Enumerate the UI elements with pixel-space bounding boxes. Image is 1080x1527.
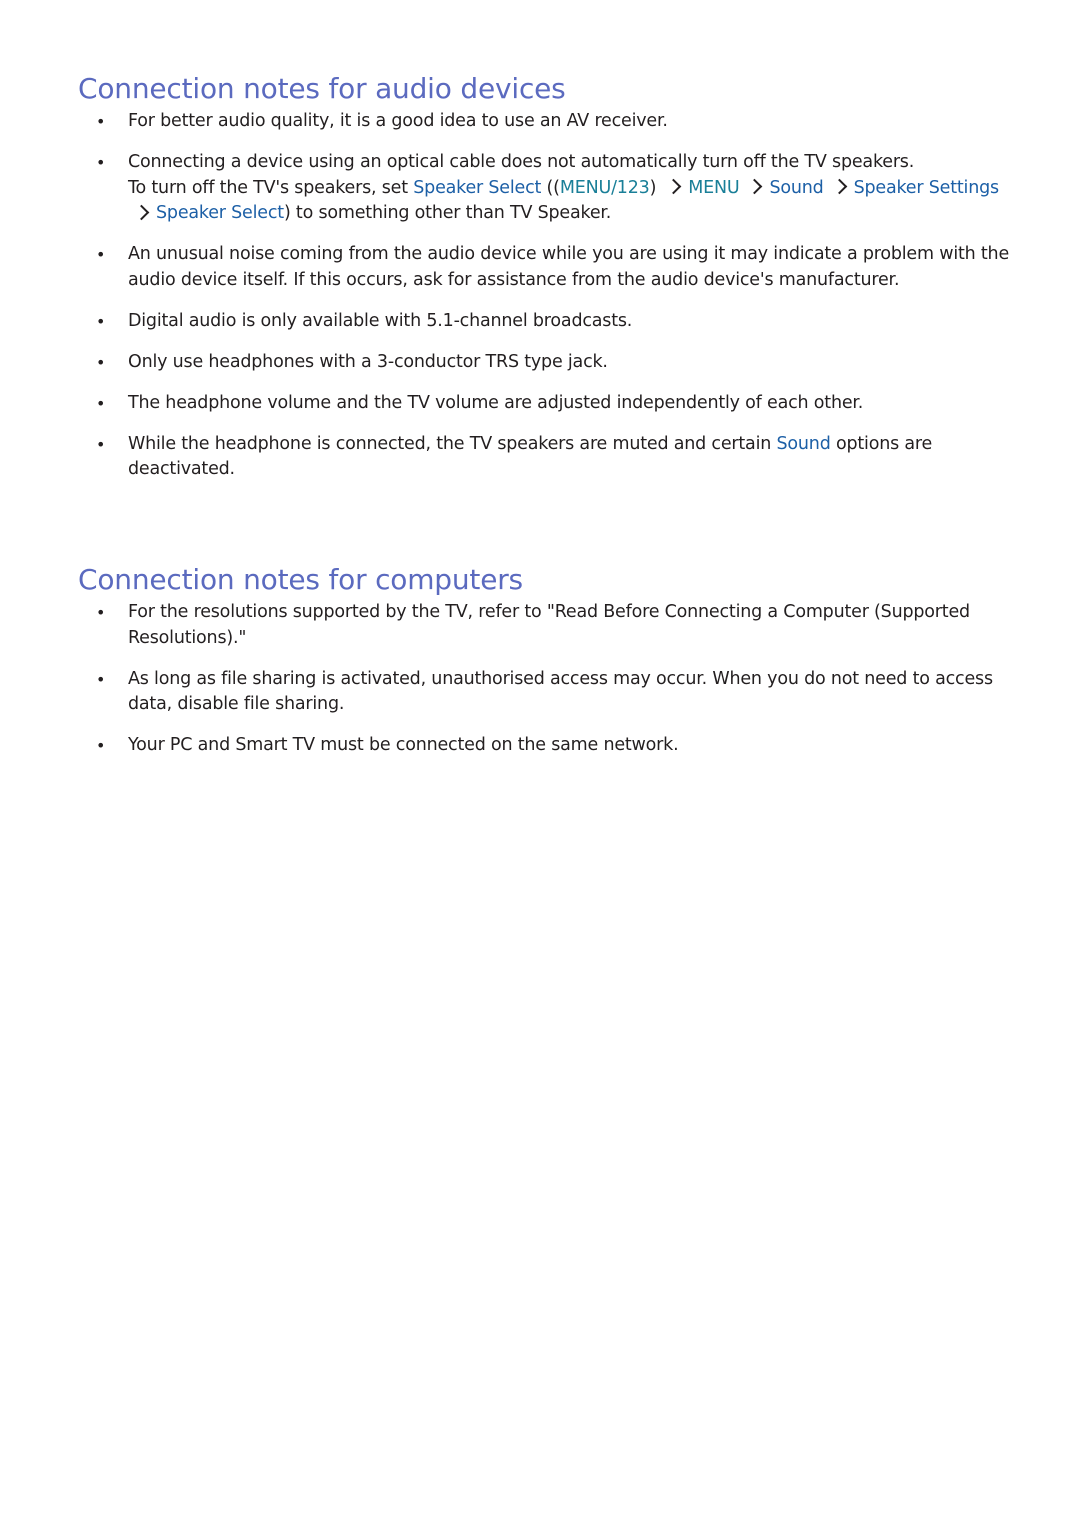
note-text: Connecting a device using an optical cab…	[128, 152, 915, 172]
list-item: An unusual noise coming from the audio d…	[78, 242, 1018, 293]
computer-notes-list: For the resolutions supported by the TV,…	[78, 600, 1018, 759]
computers-heading: Connection notes for computers	[78, 563, 523, 596]
audio-heading: Connection notes for audio devices	[78, 72, 566, 105]
audio-section: Connection notes for audio devices For b…	[78, 72, 1018, 483]
computers-section: Connection notes for computers For the r…	[78, 563, 1018, 759]
speaker-select-link[interactable]: Speaker Select	[413, 178, 541, 198]
list-item: Connecting a device using an optical cab…	[78, 150, 1018, 227]
speaker-settings-link[interactable]: Speaker Settings	[854, 178, 1000, 198]
list-item: Your PC and Smart TV must be connected o…	[78, 733, 1018, 759]
paren-text: ((	[541, 177, 560, 198]
note-text: ) to something other than TV Speaker.	[283, 203, 612, 223]
chevron-right-icon	[665, 178, 682, 195]
list-item: For better audio quality, it is a good i…	[78, 109, 1018, 135]
sound-link[interactable]: Sound	[769, 178, 823, 198]
menu-link[interactable]: MENU	[688, 178, 739, 198]
audio-notes-list: For better audio quality, it is a good i…	[78, 109, 1018, 483]
list-item: Only use headphones with a 3-conductor T…	[78, 350, 1018, 376]
chevron-right-icon	[747, 178, 763, 195]
list-item: For the resolutions supported by the TV,…	[78, 600, 1018, 651]
paren-text: )	[649, 177, 657, 198]
list-item: As long as file sharing is activated, un…	[78, 667, 1018, 718]
chevron-right-icon	[831, 178, 847, 195]
sound-link[interactable]: Sound	[777, 434, 831, 454]
note-text: To turn off the TV's speakers, set	[128, 177, 414, 198]
list-item: While the headphone is connected, the TV…	[78, 432, 1018, 483]
menu123-link[interactable]: MENU/123	[560, 178, 650, 198]
speaker-select-link-2[interactable]: Speaker Select	[156, 203, 284, 223]
list-item: Digital audio is only available with 5.1…	[78, 309, 1018, 335]
list-item: The headphone volume and the TV volume a…	[78, 391, 1018, 417]
note-text: While the headphone is connected, the TV…	[128, 433, 777, 454]
chevron-right-icon	[133, 204, 150, 220]
